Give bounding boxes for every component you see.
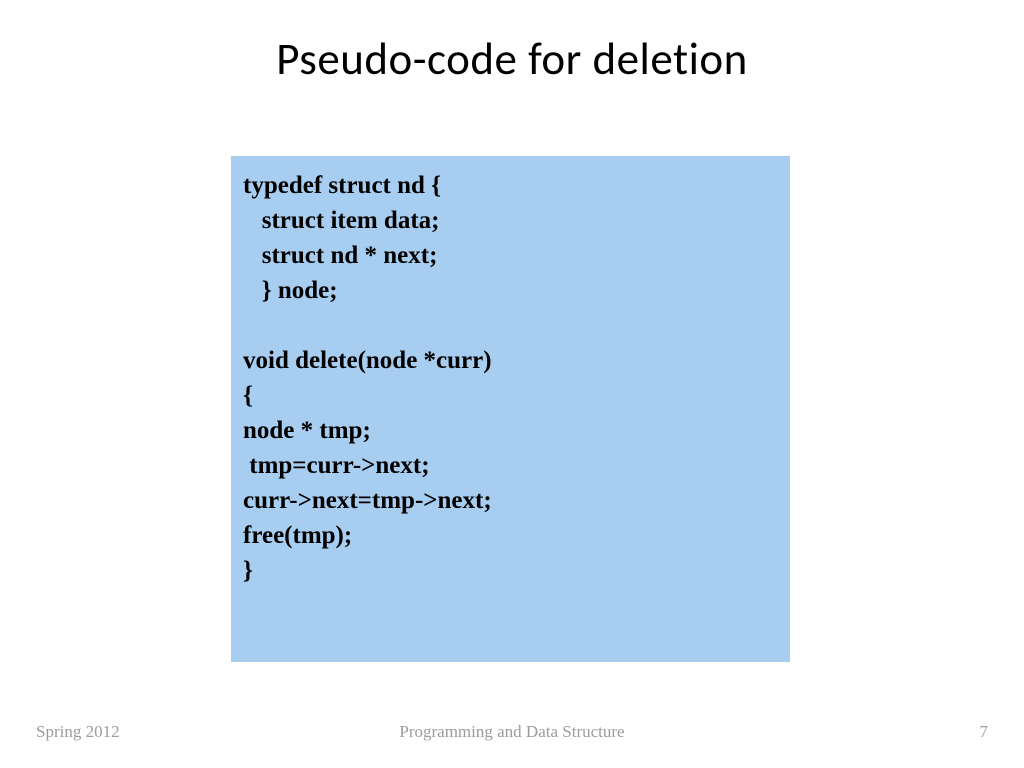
footer-page-number: 7 bbox=[980, 722, 989, 742]
footer-course: Programming and Data Structure bbox=[0, 722, 1024, 742]
code-block: typedef struct nd { struct item data; st… bbox=[231, 156, 790, 662]
slide-footer: Spring 2012 Programming and Data Structu… bbox=[0, 718, 1024, 742]
slide-title: Pseudo-code for deletion bbox=[0, 32, 1024, 87]
